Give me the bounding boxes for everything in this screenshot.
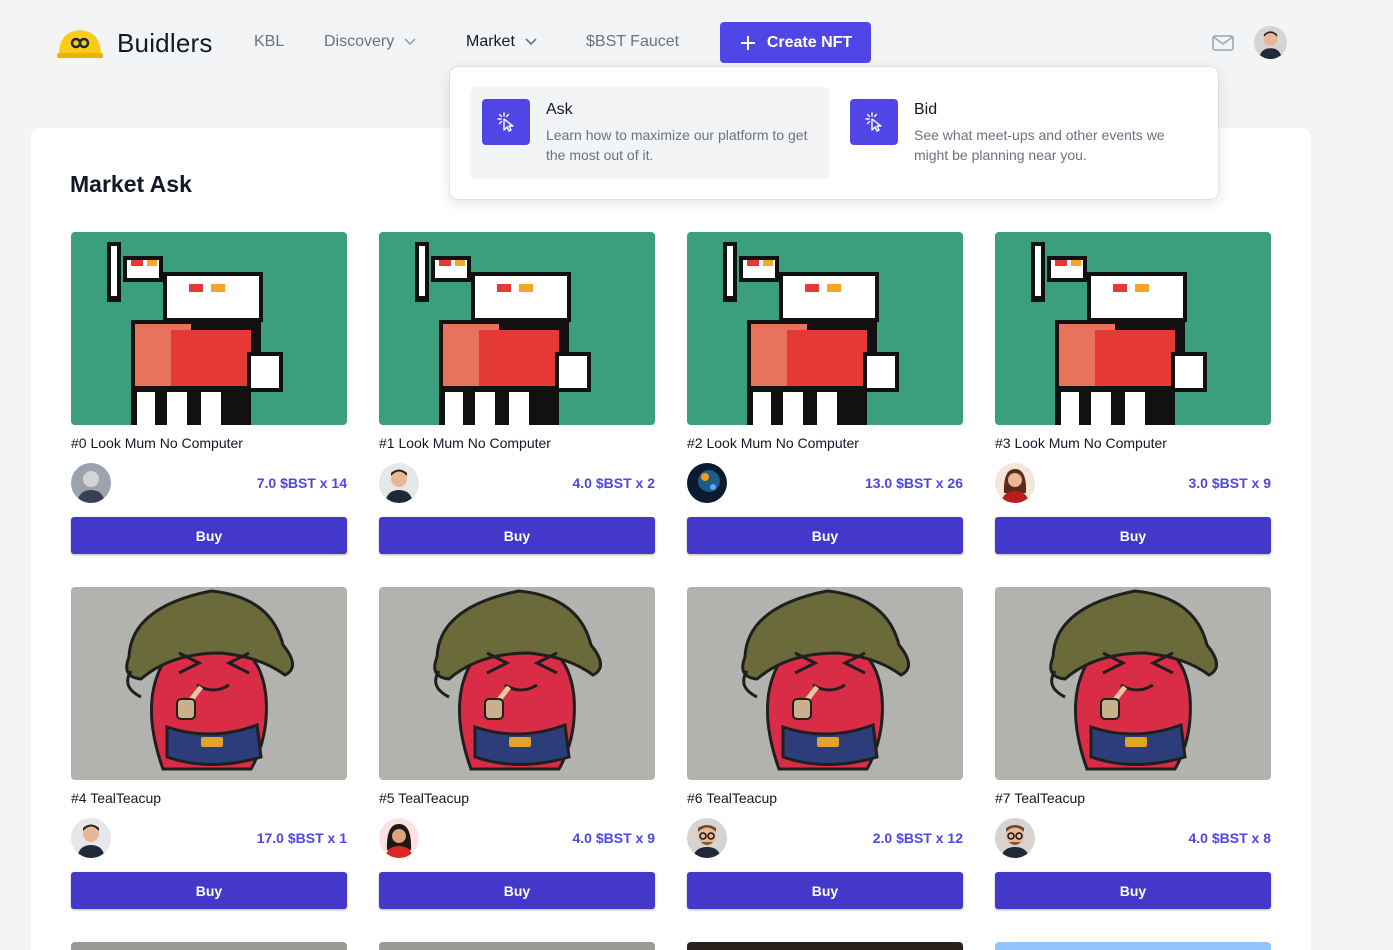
- nft-name: #6 TealTeacup: [687, 790, 778, 806]
- nav-discovery[interactable]: Discovery: [324, 33, 416, 51]
- cursor-click-icon: [850, 99, 898, 145]
- nav-market[interactable]: Market: [466, 33, 537, 51]
- owner-avatar[interactable]: [995, 818, 1035, 858]
- nft-price: 17.0 $BST x 1: [256, 830, 347, 846]
- card-image-peek: [687, 942, 963, 950]
- mail-icon[interactable]: [1211, 33, 1235, 53]
- owner-avatar[interactable]: [687, 463, 727, 503]
- owner-avatar[interactable]: [687, 818, 727, 858]
- page-title: Market Ask: [70, 171, 192, 197]
- create-nft-button[interactable]: Create NFT: [720, 22, 871, 63]
- chevron-down-icon: [404, 38, 416, 46]
- create-nft-label: Create NFT: [766, 33, 853, 51]
- nav-faucet[interactable]: $BST Faucet: [586, 33, 679, 51]
- card-image-peek: [71, 942, 347, 950]
- nft-card[interactable]: #2 Look Mum No Computer 13.0 $BST x 26 Buy: [687, 232, 963, 554]
- nft-name: #7 TealTeacup: [995, 790, 1086, 806]
- dropdown-bid-desc: See what meet-ups and other events we mi…: [914, 127, 1165, 163]
- buy-button[interactable]: Buy: [995, 517, 1271, 554]
- nft-price: 4.0 $BST x 8: [1188, 830, 1272, 846]
- plus-icon: [740, 35, 755, 50]
- nav-kbl-label: KBL: [254, 33, 285, 50]
- cursor-click-icon: [482, 99, 530, 145]
- nft-card[interactable]: #1 Look Mum No Computer 4.0 $BST x 2 Buy: [379, 232, 655, 554]
- nft-image[interactable]: [687, 587, 963, 780]
- dropdown-item-ask[interactable]: Ask Learn how to maximize our platform t…: [470, 87, 830, 179]
- nft-price: 13.0 $BST x 26: [864, 475, 963, 491]
- nft-card[interactable]: #5 TealTeacup 4.0 $BST x 9 Buy: [379, 587, 655, 909]
- nft-name: #4 TealTeacup: [71, 790, 162, 806]
- card-image-peek: [995, 942, 1271, 950]
- avatar-image: [1254, 26, 1287, 59]
- nav-market-label: Market: [466, 33, 515, 50]
- nft-name: #2 Look Mum No Computer: [687, 435, 859, 451]
- nft-name: #5 TealTeacup: [379, 790, 470, 806]
- nft-price: 2.0 $BST x 12: [872, 830, 963, 846]
- dropdown-ask-title: Ask: [546, 101, 573, 118]
- buy-button[interactable]: Buy: [379, 872, 655, 909]
- nft-name: #1 Look Mum No Computer: [379, 435, 551, 451]
- owner-avatar[interactable]: [379, 818, 419, 858]
- nft-image[interactable]: [379, 232, 655, 425]
- nav-faucet-label: $BST Faucet: [586, 33, 680, 50]
- nft-card[interactable]: #0 Look Mum No Computer 7.0 $BST x 14 Buy: [71, 232, 347, 554]
- brand-name: Buidlers: [117, 27, 213, 58]
- nft-price: 4.0 $BST x 9: [572, 830, 656, 846]
- nft-card[interactable]: #4 TealTeacup 17.0 $BST x 1 Buy: [71, 587, 347, 909]
- buy-button[interactable]: Buy: [687, 517, 963, 554]
- nft-price: 7.0 $BST x 14: [256, 475, 347, 491]
- dropdown-item-bid[interactable]: Bid See what meet-ups and other events w…: [838, 87, 1198, 179]
- nft-name: #3 Look Mum No Computer: [995, 435, 1167, 451]
- nft-card[interactable]: #6 TealTeacup 2.0 $BST x 12 Buy: [687, 587, 963, 909]
- nft-image[interactable]: [379, 587, 655, 780]
- user-avatar[interactable]: [1254, 26, 1287, 59]
- buy-button[interactable]: Buy: [71, 517, 347, 554]
- buy-button[interactable]: Buy: [687, 872, 963, 909]
- nft-card[interactable]: #7 TealTeacup 4.0 $BST x 8 Buy: [995, 587, 1271, 909]
- market-dropdown: Ask Learn how to maximize our platform t…: [450, 67, 1218, 199]
- buy-button[interactable]: Buy: [995, 872, 1271, 909]
- brand-logo[interactable]: Buidlers: [55, 24, 213, 62]
- owner-avatar[interactable]: [379, 463, 419, 503]
- dropdown-bid-title: Bid: [914, 101, 938, 118]
- owner-avatar[interactable]: [995, 463, 1035, 503]
- nft-name: #0 Look Mum No Computer: [71, 435, 243, 451]
- nft-image[interactable]: [995, 232, 1271, 425]
- nft-image[interactable]: [995, 587, 1271, 780]
- dropdown-ask-desc: Learn how to maximize our platform to ge…: [546, 127, 808, 163]
- hardhat-logo-icon: [57, 30, 103, 58]
- nft-price: 3.0 $BST x 9: [1188, 475, 1272, 491]
- nft-image[interactable]: [71, 587, 347, 780]
- chevron-down-icon: [525, 38, 537, 46]
- nft-price: 4.0 $BST x 2: [572, 475, 656, 491]
- card-image-peek: [379, 942, 655, 950]
- nft-image[interactable]: [71, 232, 347, 425]
- buy-button[interactable]: Buy: [379, 517, 655, 554]
- buy-button[interactable]: Buy: [71, 872, 347, 909]
- nft-card[interactable]: #3 Look Mum No Computer 3.0 $BST x 9 Buy: [995, 232, 1271, 554]
- nav-kbl[interactable]: KBL: [254, 33, 284, 51]
- nav-discovery-label: Discovery: [324, 33, 395, 50]
- nft-image[interactable]: [687, 232, 963, 425]
- owner-avatar[interactable]: [71, 463, 111, 503]
- owner-avatar[interactable]: [71, 818, 111, 858]
